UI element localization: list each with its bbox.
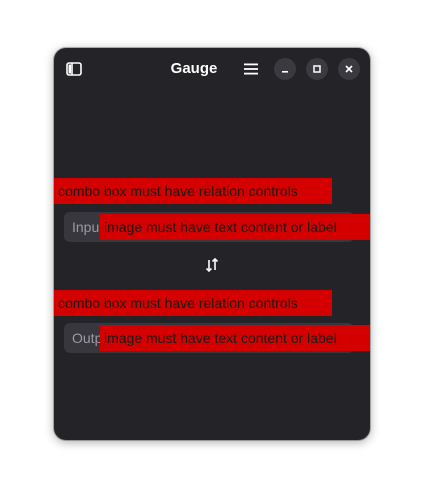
minimize-icon [282,71,288,73]
input-unit-combo-box-error[interactable]: combo box must have relation controls [54,178,332,204]
input-image-error: image must have text content or label [100,214,370,240]
output-field-value: Outp [72,330,103,346]
swap-vertical-arrows-icon[interactable] [203,256,221,274]
window-title: Gauge [170,60,218,77]
minimize-button[interactable] [274,58,296,80]
close-icon [345,65,353,73]
header-bar: Gauge [54,48,370,90]
output-image-error: image must have text content or label [100,325,370,351]
app-window: Gauge combo box must have relation contr… [54,48,370,440]
close-button[interactable] [338,58,360,80]
maximize-button[interactable] [306,58,328,80]
maximize-icon [313,65,321,73]
hamburger-menu-icon[interactable] [240,58,262,80]
sidebar-toggle-icon[interactable] [64,59,84,79]
input-field-value: Inpu [72,219,100,235]
output-unit-combo-box-error[interactable]: combo box must have relation controls [54,290,332,316]
